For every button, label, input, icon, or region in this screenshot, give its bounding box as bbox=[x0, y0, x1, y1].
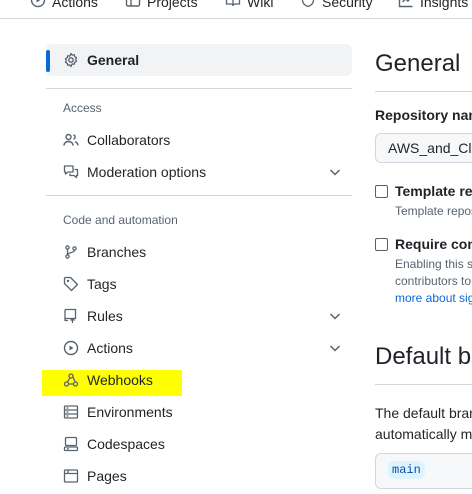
graph-icon bbox=[398, 0, 414, 11]
require-contributors-desc: Enabling this s bbox=[395, 257, 472, 271]
sidebar-item-label: Collaborators bbox=[87, 132, 171, 148]
sidebar-item-environments[interactable]: Environments bbox=[46, 396, 352, 428]
sidebar-item-label: General bbox=[87, 52, 140, 68]
tag-icon bbox=[63, 276, 79, 292]
sidebar-item-label: Tags bbox=[87, 276, 117, 292]
sidebar-item-moderation-options[interactable]: Moderation options bbox=[46, 156, 352, 188]
sidebar-item-rules[interactable]: Rules bbox=[46, 300, 352, 332]
template-repository-desc: Template repos bbox=[395, 204, 472, 218]
tab-label: Insights bbox=[420, 0, 469, 10]
sidebar-item-label: Moderation options bbox=[87, 164, 207, 180]
play-icon bbox=[63, 340, 79, 356]
sidebar-item-codespaces[interactable]: Codespaces bbox=[46, 428, 352, 460]
default-branch-desc-line: The default bran bbox=[375, 405, 472, 421]
tab-projects[interactable]: Projects bbox=[125, 0, 198, 11]
sidebar-item-webhooks[interactable]: Webhooks bbox=[46, 364, 352, 396]
sidebar-item-pages[interactable]: Pages bbox=[46, 460, 352, 492]
repository-name-input[interactable]: AWS_and_Clo bbox=[375, 133, 472, 163]
gear-icon bbox=[63, 52, 79, 68]
sidebar-divider bbox=[46, 88, 352, 89]
learn-more-link[interactable]: more about sig bbox=[395, 290, 472, 307]
require-contributors-desc: contributors to bbox=[395, 274, 472, 288]
sidebar-item-label: Pages bbox=[87, 468, 127, 484]
sidebar-item-label: Branches bbox=[87, 244, 147, 260]
template-repository-title: Template rep bbox=[395, 183, 472, 199]
sidebar-item-tags[interactable]: Tags bbox=[46, 268, 352, 300]
table-icon bbox=[125, 0, 141, 11]
git-branch-icon bbox=[63, 244, 79, 260]
shield-icon bbox=[300, 0, 316, 11]
tab-label: Security bbox=[322, 0, 373, 10]
template-repository-checkbox[interactable] bbox=[375, 185, 388, 198]
repository-name-label: Repository nam bbox=[375, 107, 472, 123]
tab-actions[interactable]: Actions bbox=[30, 0, 98, 11]
sidebar-item-collaborators[interactable]: Collaborators bbox=[46, 124, 352, 156]
page-title: General bbox=[375, 50, 461, 77]
active-indicator bbox=[46, 50, 50, 72]
default-branch-box: main bbox=[375, 453, 472, 489]
tab-label: Projects bbox=[147, 0, 198, 10]
repo-tab-nav: Actions Projects Wiki Security Insights bbox=[0, 0, 472, 19]
book-icon bbox=[225, 0, 241, 11]
chevron-down-icon[interactable] bbox=[327, 308, 343, 324]
require-contributors-title: Require cont bbox=[395, 236, 472, 252]
require-contributors-checkbox[interactable] bbox=[375, 238, 388, 251]
tab-security[interactable]: Security bbox=[300, 0, 373, 11]
tab-insights[interactable]: Insights bbox=[398, 0, 468, 11]
browser-icon bbox=[63, 468, 79, 484]
section-heading-code-automation: Code and automation bbox=[63, 213, 178, 227]
sidebar-item-label: Actions bbox=[87, 340, 133, 356]
sidebar-item-actions[interactable]: Actions bbox=[46, 332, 352, 364]
sidebar-item-label: Codespaces bbox=[87, 436, 165, 452]
chevron-down-icon[interactable] bbox=[327, 164, 343, 180]
section-heading-access: Access bbox=[63, 101, 102, 115]
repo-push-icon bbox=[63, 308, 79, 324]
default-branch-description: The default bran automatically m bbox=[375, 403, 472, 445]
tab-label: Wiki bbox=[247, 0, 274, 10]
codespaces-icon bbox=[63, 436, 79, 452]
default-branch-desc-line: automatically m bbox=[375, 426, 472, 442]
sidebar-item-label: Webhooks bbox=[87, 372, 153, 388]
server-icon bbox=[63, 404, 79, 420]
comment-discussion-icon bbox=[63, 164, 79, 180]
sidebar-item-general[interactable]: General bbox=[46, 44, 352, 76]
chevron-down-icon[interactable] bbox=[327, 340, 343, 356]
sidebar-item-branches[interactable]: Branches bbox=[46, 236, 352, 268]
tab-label: Actions bbox=[52, 0, 98, 10]
sidebar-item-label: Rules bbox=[87, 308, 123, 324]
tab-wiki[interactable]: Wiki bbox=[225, 0, 273, 11]
sidebar-divider bbox=[46, 195, 352, 196]
people-icon bbox=[63, 132, 79, 148]
play-icon bbox=[30, 0, 46, 11]
sidebar-item-label: Environments bbox=[87, 404, 173, 420]
section-divider bbox=[375, 384, 472, 385]
default-branch-heading: Default b bbox=[375, 343, 472, 370]
webhook-icon bbox=[63, 372, 79, 388]
title-divider bbox=[375, 91, 472, 92]
default-branch-name: main bbox=[388, 461, 425, 479]
